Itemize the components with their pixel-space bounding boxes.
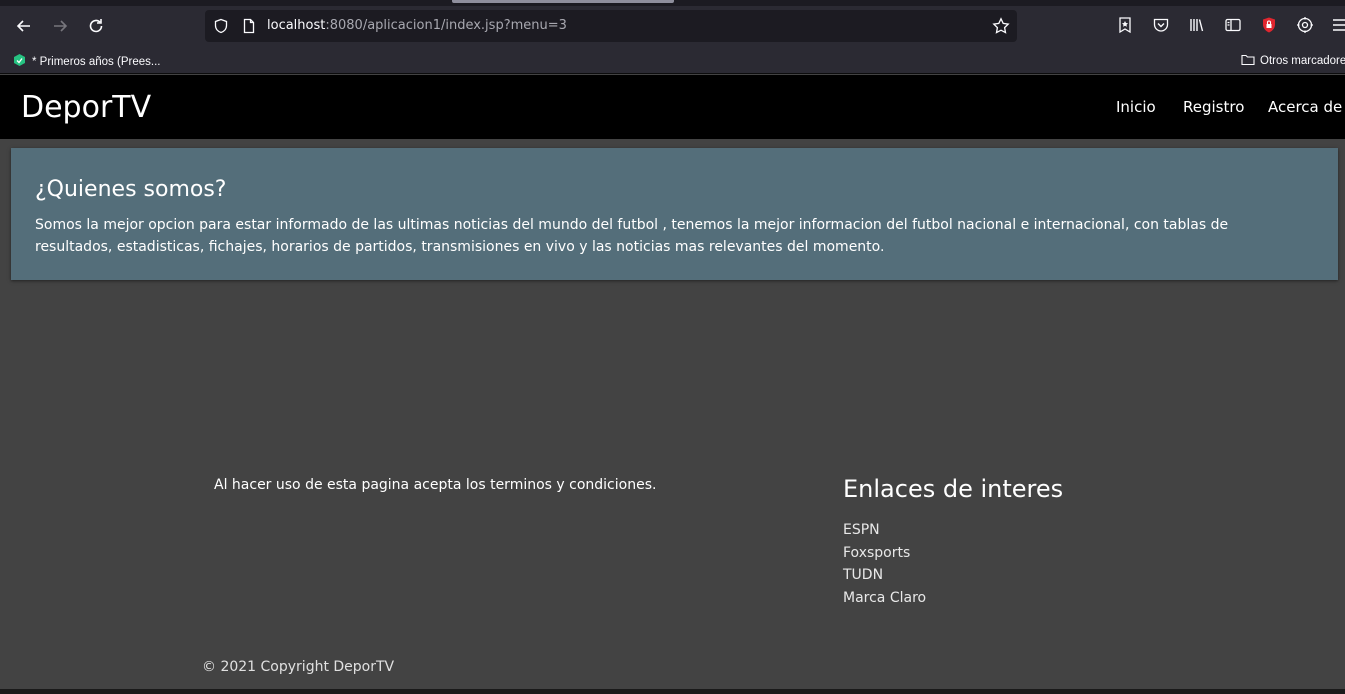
copyright: © 2021 Copyright DeporTV [202,659,395,675]
nav-link-registro[interactable]: Registro [1183,98,1244,116]
browser-toolbar: localhost:8080/aplicacion1/index.jsp?men… [0,0,1345,48]
pocket-icon[interactable] [1152,16,1170,34]
other-bookmarks-label: Otros marcadores [1260,55,1345,67]
nav-link-inicio[interactable]: Inicio [1116,98,1156,116]
folder-icon [1241,53,1255,69]
url-bar[interactable]: localhost:8080/aplicacion1/index.jsp?men… [205,10,1017,42]
link-foxsports[interactable]: Foxsports [843,542,926,565]
taskbar-edge [0,689,1345,694]
url-text[interactable]: localhost:8080/aplicacion1/index.jsp?men… [267,18,567,33]
url-path: :8080/aplicacion1/index.jsp?menu=3 [325,18,567,33]
ublock-extension-icon[interactable] [1260,16,1278,34]
bookmark-favicon-icon [12,53,27,71]
terms-text: Al hacer uso de esta pagina acepta los t… [214,477,657,493]
nav-link-acerca[interactable]: Acerca de [1268,98,1342,116]
bookmarks-bar: * Primeros años (Prees... Otros marcador… [0,48,1345,74]
link-marca-claro[interactable]: Marca Claro [843,587,926,610]
link-espn[interactable]: ESPN [843,519,926,542]
star-bookmark-icon[interactable] [992,17,1010,35]
shield-icon[interactable] [213,18,229,34]
bookmark-label: * Primeros años (Prees... [32,56,161,68]
links-list: ESPN Foxsports TUDN Marca Claro [843,519,926,609]
forward-icon[interactable] [48,14,72,38]
about-jumbotron: ¿Quienes somos? Somos la mejor opcion pa… [11,148,1338,280]
page-icon[interactable] [241,18,257,34]
url-host: localhost [267,18,326,33]
menu-icon[interactable] [1331,16,1345,34]
page-content: DeporTV Inicio Registro Acerca de ¿Quien… [0,75,1345,694]
sidebar-icon[interactable] [1224,16,1242,34]
extensions-star-icon[interactable] [1116,16,1134,34]
other-bookmarks[interactable]: Otros marcadores [1241,53,1345,69]
back-icon[interactable] [12,14,36,38]
bookmark-item[interactable]: * Primeros años (Prees... [12,53,160,71]
about-title: ¿Quienes somos? [35,177,227,202]
brand-logo[interactable]: DeporTV [21,90,151,125]
link-tudn[interactable]: TUDN [843,564,926,587]
active-tab-indicator[interactable] [452,0,674,3]
reload-icon[interactable] [84,14,108,38]
about-text: Somos la mejor opcion para estar informa… [35,217,1229,255]
extension-gear-icon[interactable] [1296,16,1314,34]
library-icon[interactable] [1188,16,1206,34]
site-navbar: DeporTV Inicio Registro Acerca de [0,75,1345,139]
links-heading: Enlaces de interes [843,475,1064,503]
